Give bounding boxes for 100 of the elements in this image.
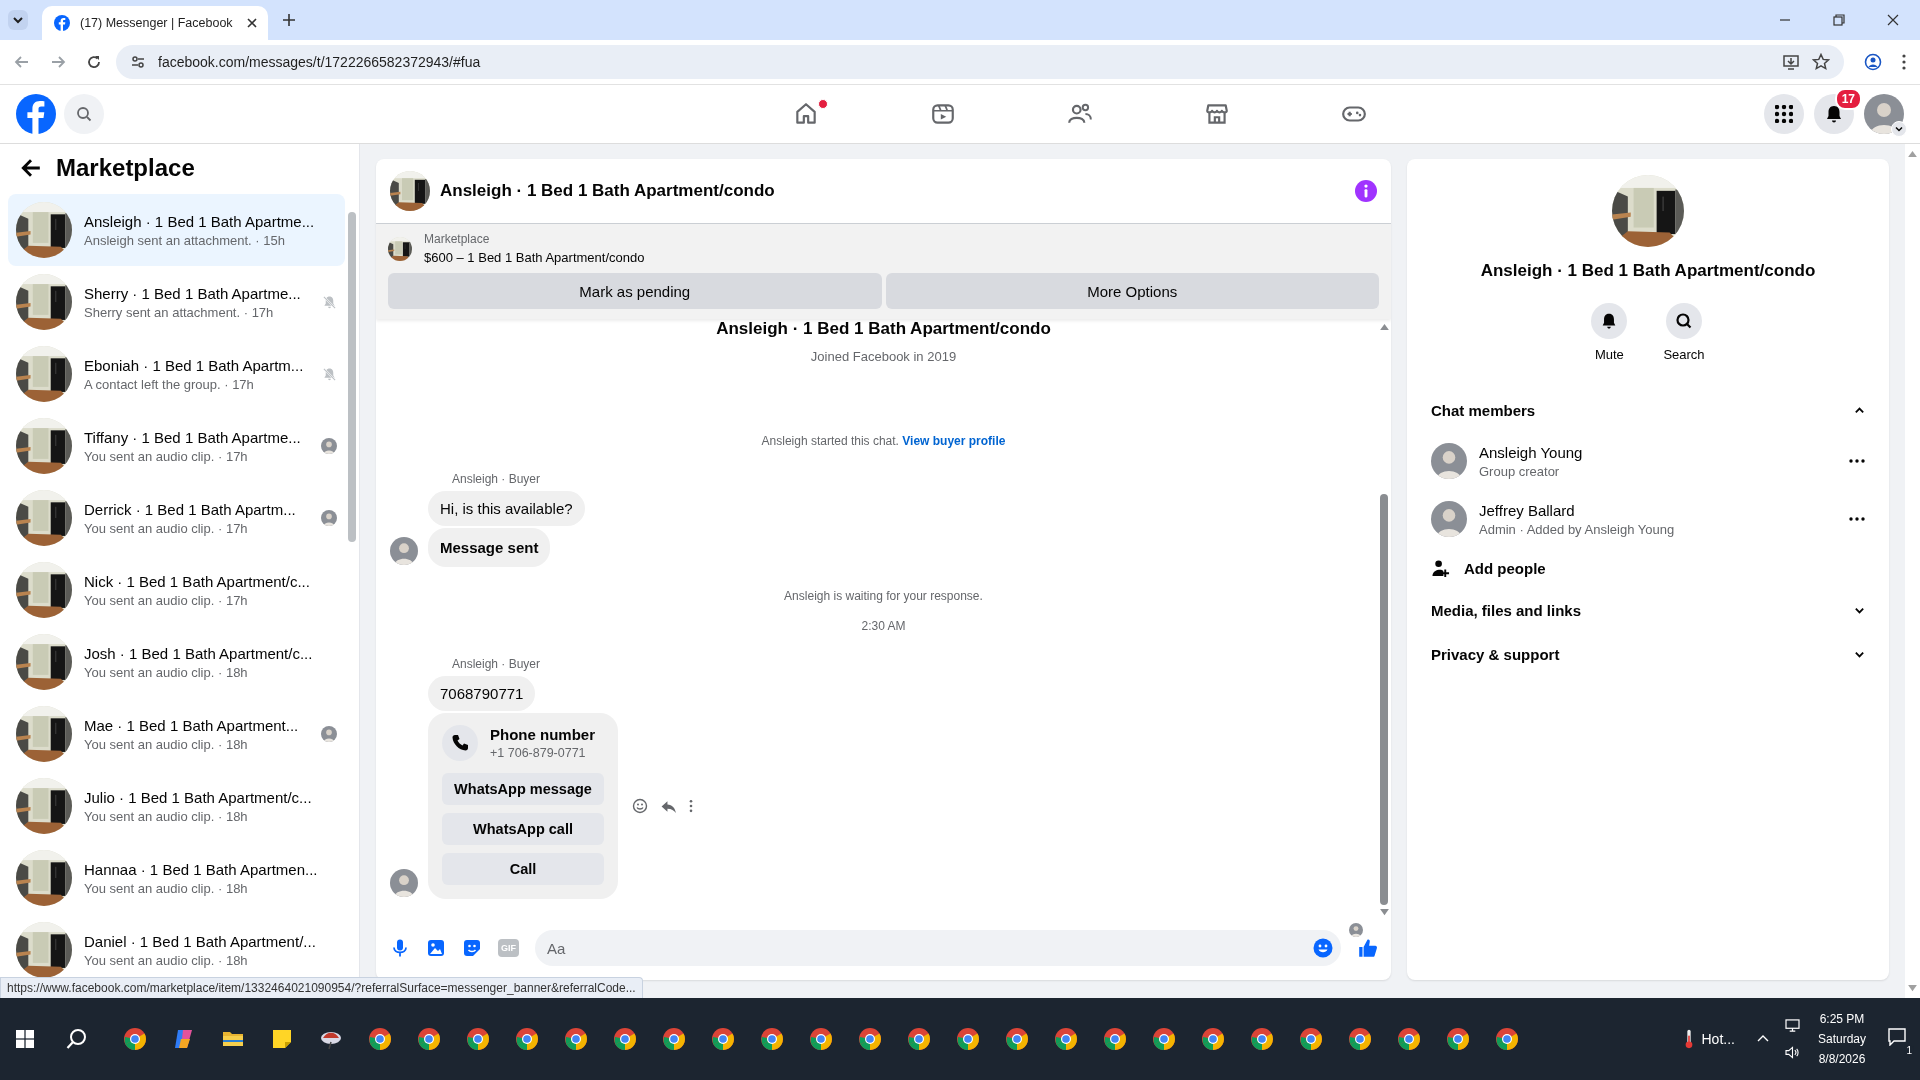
reload-icon[interactable]	[86, 54, 102, 70]
browser-icon	[1249, 1027, 1274, 1051]
conversation-name: Sherry · 1 Bed 1 Bath Apartme...	[84, 284, 302, 302]
conversation-item[interactable]: Eboniah · 1 Bed 1 Bath Apartm... A contact left the group. · 17h	[8, 338, 345, 410]
forward-icon[interactable]	[50, 54, 66, 70]
avatar	[1349, 923, 1363, 937]
message-icon	[1888, 1028, 1906, 1046]
start-icon[interactable]	[16, 1030, 34, 1048]
image-icon[interactable]	[426, 938, 446, 958]
info-icon[interactable]	[1355, 180, 1377, 202]
search-button[interactable]	[64, 94, 104, 134]
conversation-preview: You sent an audio clip. · 18h	[84, 736, 249, 752]
conversation-item[interactable]: Ansleigh · 1 Bed 1 Bath Apartme... Ansleigh sent an attachment. · 15h	[8, 194, 345, 266]
conversation-name: Ansleigh · 1 Bed 1 Bath Apartme...	[84, 212, 316, 230]
install-icon[interactable]	[1782, 53, 1800, 71]
conversation-item[interactable]: Nick · 1 Bed 1 Bath Apartment/c... You sent an audio clip. · 17h	[8, 554, 345, 626]
like-icon[interactable]	[1357, 937, 1379, 959]
notifications-button[interactable]	[1814, 94, 1854, 134]
browser-icon	[857, 1027, 882, 1051]
close-icon[interactable]	[246, 17, 258, 29]
section-header[interactable]: Media, files and links	[1423, 588, 1873, 632]
conversation-name: Daniel · 1 Bed 1 Bath Apartment/...	[84, 932, 317, 950]
close-icon[interactable]	[1887, 14, 1899, 26]
browser-icon	[612, 1027, 637, 1051]
more-icon[interactable]	[1849, 459, 1865, 463]
conversation-item[interactable]: Tiffany · 1 Bed 1 Bath Apartme... You sent an audio clip. · 17h	[8, 410, 345, 482]
weather-widget[interactable]: Hot...	[1683, 1029, 1735, 1049]
listing-action-button[interactable]: More Options	[885, 273, 1379, 309]
emoji-icon[interactable]	[1313, 938, 1333, 958]
member-item[interactable]: Ansleigh Young Group creator	[1423, 432, 1873, 490]
account-chevron-icon[interactable]	[1891, 121, 1907, 137]
sticker-icon[interactable]	[462, 938, 482, 958]
smiley-icon[interactable]	[632, 798, 648, 814]
avatar	[321, 510, 337, 526]
microphone-icon[interactable]	[390, 938, 410, 958]
buyer-profile-link[interactable]: View buyer profile	[902, 434, 1006, 448]
member-item[interactable]: Jeffrey Ballard Admin · Added by Ansleigh Young	[1423, 490, 1873, 548]
phone-action-button[interactable]: Call	[442, 853, 604, 885]
star-icon[interactable]	[1812, 53, 1830, 71]
chat-notice: Ansleigh is waiting for your response.	[784, 589, 983, 603]
facebook-logo[interactable]	[16, 94, 56, 134]
restore-icon[interactable]	[1833, 14, 1845, 26]
conversation-item[interactable]: Derrick · 1 Bed 1 Bath Apartm... You sent an audio clip. · 17h	[8, 482, 345, 554]
conversation-item[interactable]: Josh · 1 Bed 1 Bath Apartment/c... You sent an audio clip. · 18h	[8, 626, 345, 698]
facebook-icon	[54, 15, 70, 31]
sidebar-title: Marketplace	[56, 154, 195, 182]
conversation-item[interactable]: Julio · 1 Bed 1 Bath Apartment/c... You sent an audio clip. · 18h	[8, 770, 345, 842]
scrollbar-thumb[interactable]	[348, 212, 356, 542]
network-icon[interactable]	[1784, 1019, 1800, 1032]
speaker-icon[interactable]	[1784, 1046, 1800, 1059]
conversation-preview: You sent an audio clip. · 18h	[84, 880, 249, 896]
phone-action-button[interactable]: WhatsApp call	[442, 813, 604, 845]
phone-action-button[interactable]: WhatsApp message	[442, 773, 604, 805]
clock-day: Saturday	[1817, 1032, 1866, 1046]
section-header[interactable]: Chat members	[1423, 388, 1873, 432]
browser-icon	[465, 1027, 490, 1051]
site-settings-icon[interactable]	[130, 54, 146, 70]
conversation-preview: You sent an audio clip. · 18h	[84, 952, 249, 968]
search-icon[interactable]	[66, 1028, 88, 1050]
chat-notice: Ansleigh started this chat. View buyer profile	[761, 434, 1006, 448]
profile-icon[interactable]	[1864, 53, 1882, 71]
new-tab-icon[interactable]	[282, 13, 296, 27]
chat-title: Ansleigh · 1 Bed 1 Bath Apartment/condo	[440, 181, 775, 201]
conversation-item[interactable]: Sherry · 1 Bed 1 Bath Apartme... Sherry sent an attachment. · 17h	[8, 266, 345, 338]
tab-list-icon[interactable]	[8, 10, 28, 30]
conversation-item[interactable]: Hannaa · 1 Bed 1 Bath Apartmen... You sent an audio clip. · 18h	[8, 842, 345, 914]
scrollbar-thumb[interactable]	[1380, 493, 1388, 905]
message-bubble: Message sent	[428, 528, 551, 567]
message-bubble: 7068790771	[428, 676, 536, 711]
browser-icon	[122, 1027, 147, 1051]
thermometer-icon	[1683, 1029, 1694, 1049]
menu-icon[interactable]	[1902, 54, 1906, 70]
scroll-down-icon[interactable]	[1908, 985, 1917, 992]
listing-action-button[interactable]: Mark as pending	[388, 273, 882, 309]
conversation-item[interactable]: Mae · 1 Bed 1 Bath Apartment... You sent an audio clip. · 18h	[8, 698, 345, 770]
more-icon[interactable]	[1849, 517, 1865, 521]
section-header[interactable]: Privacy & support	[1423, 632, 1873, 676]
browser-icon	[1494, 1027, 1519, 1051]
search-icon	[76, 106, 92, 122]
add-people-button[interactable]: Add people	[1423, 548, 1873, 588]
conversation-preview: You sent an audio clip. · 18h	[84, 808, 249, 824]
menu-button[interactable]	[1764, 94, 1804, 134]
conversation-name: Josh · 1 Bed 1 Bath Apartment/c...	[84, 644, 314, 662]
conversation-preview: You sent an audio clip. · 17h	[84, 520, 249, 536]
browser-tab[interactable]: (17) Messenger | Facebook	[42, 6, 268, 40]
scroll-down-icon[interactable]	[1379, 909, 1389, 916]
home-icon	[793, 101, 819, 127]
address-bar[interactable]: facebook.com/messages/t/1722266582372943/#fua	[116, 45, 1844, 79]
back-icon[interactable]	[14, 54, 30, 70]
conversation-name: Nick · 1 Bed 1 Bath Apartment/c...	[84, 572, 311, 590]
avatar	[1864, 94, 1904, 134]
conversation-preview: You sent an audio clip. · 18h	[84, 664, 249, 680]
message-input[interactable]: Aa	[535, 930, 1341, 966]
avatar	[321, 438, 337, 454]
scroll-up-icon[interactable]	[1908, 150, 1917, 157]
link-preview-tooltip: https://www.facebook.com/marketplace/item/1332464021090954/?referralSurface=messenger_banner&referralCode...	[0, 977, 643, 998]
scroll-up-icon[interactable]	[1379, 323, 1389, 330]
avatar	[1431, 501, 1467, 537]
back-arrow-icon[interactable]	[20, 157, 42, 179]
add-person-icon	[1431, 558, 1450, 578]
